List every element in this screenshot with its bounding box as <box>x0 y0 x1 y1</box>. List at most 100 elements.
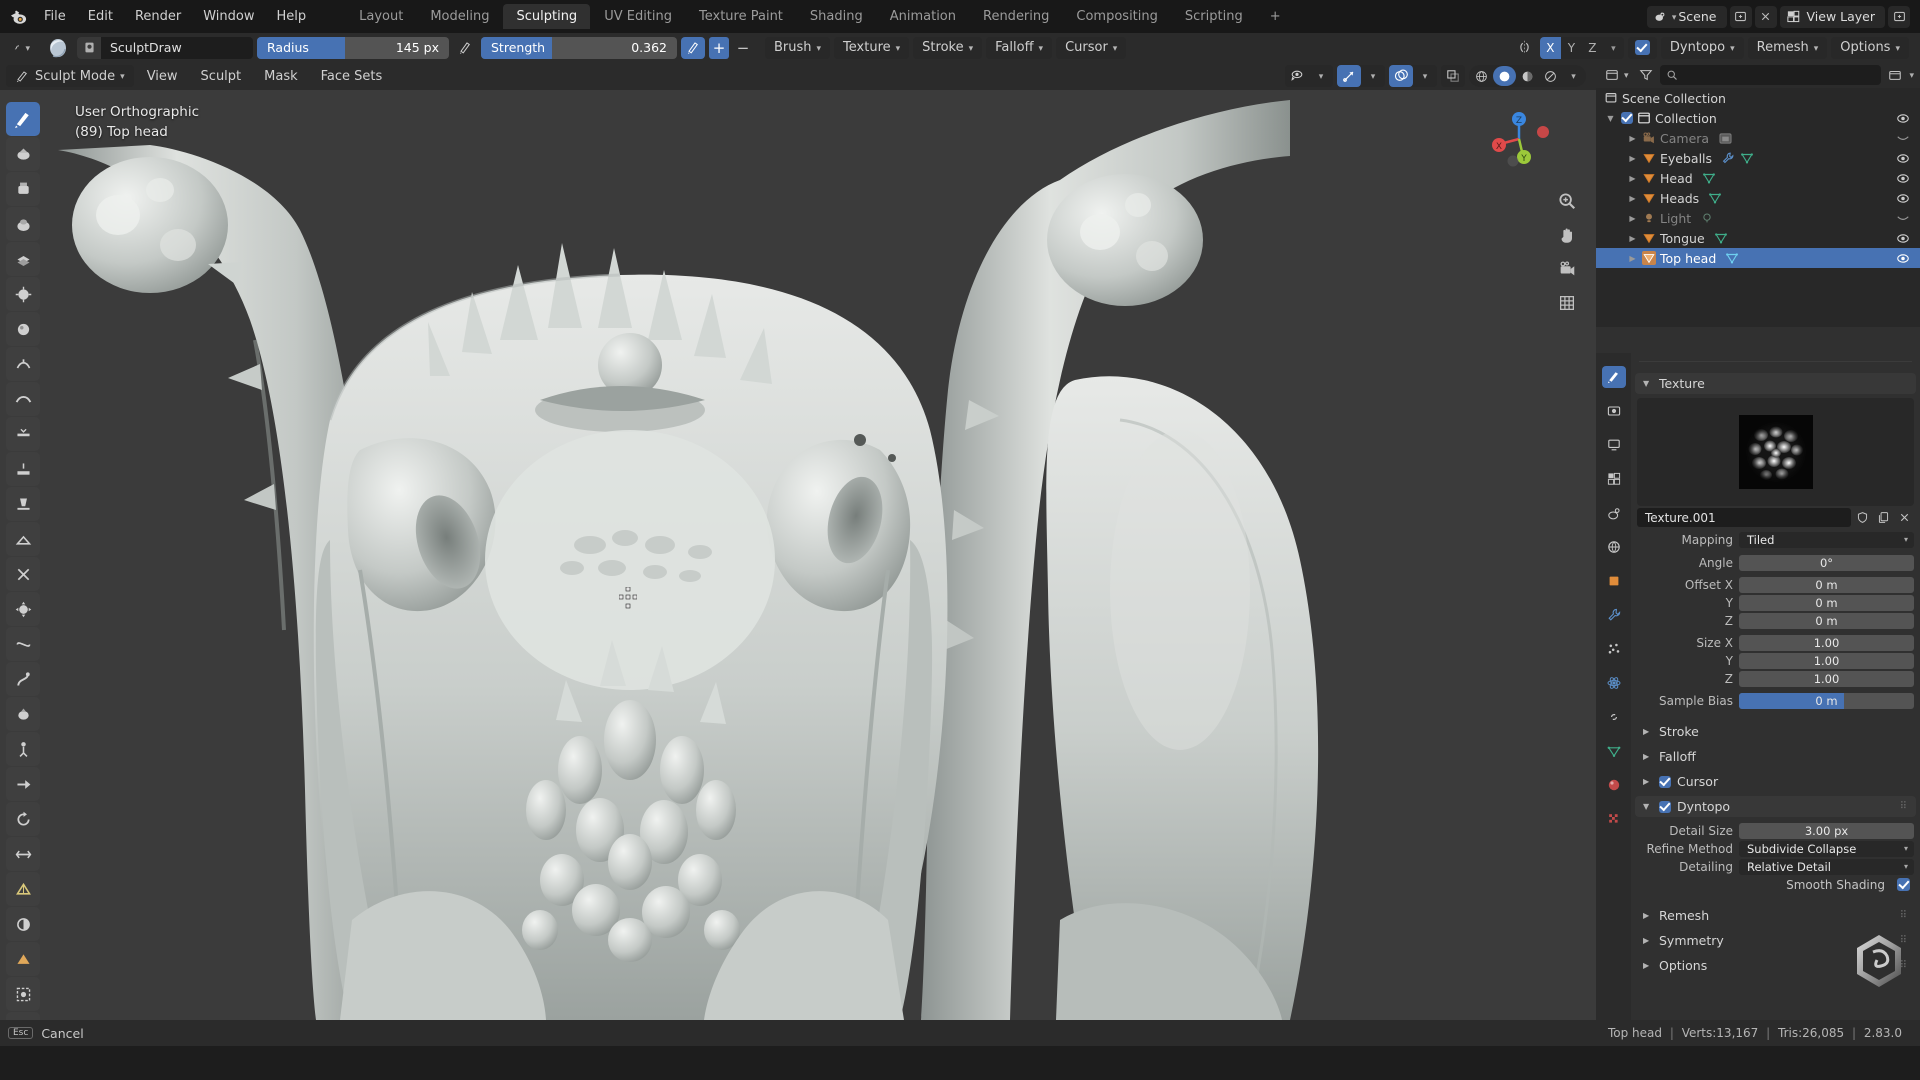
tool-multiplane-scrape[interactable] <box>6 522 40 556</box>
symmetry-axis-z[interactable]: Z <box>1582 37 1603 59</box>
outliner-row-eyeballs[interactable]: ▶ Eyeballs <box>1596 148 1920 168</box>
symmetry-axis-x[interactable]: X <box>1539 36 1561 59</box>
symmetry-axis-y[interactable]: Y <box>1561 37 1582 59</box>
tool-thumb[interactable] <box>6 697 40 731</box>
strength-pressure-toggle[interactable] <box>681 36 705 59</box>
radius-pressure-toggle[interactable] <box>453 37 477 59</box>
tab-shading[interactable]: Shading <box>797 4 876 29</box>
strength-slider[interactable]: Strength 0.362 <box>481 36 677 59</box>
fake-user-shield-icon[interactable] <box>1853 508 1872 527</box>
tool-nudge[interactable] <box>6 767 40 801</box>
visibility-eye-icon[interactable] <box>1894 253 1912 264</box>
blender-logo-icon[interactable] <box>6 4 32 30</box>
menu-render[interactable]: Render <box>125 6 191 27</box>
symmetry-axis-group[interactable]: X Y Z ▾ <box>1539 36 1624 59</box>
outliner-row-light[interactable]: ▶ Light <box>1596 208 1920 228</box>
tab-tool-properties[interactable] <box>1601 366 1626 388</box>
tool-snake-hook[interactable] <box>6 662 40 696</box>
tool-crease[interactable] <box>6 347 40 381</box>
shading-mode-group[interactable]: ▾ <box>1469 65 1586 87</box>
disclosure-triangle-icon[interactable]: ▶ <box>1626 194 1639 203</box>
camera-view-icon[interactable] <box>1556 258 1578 280</box>
mesh-data-icon[interactable] <box>1714 231 1728 245</box>
visibility-eye-icon[interactable] <box>1894 153 1912 164</box>
size-z-field[interactable]: 1.00 <box>1739 670 1914 687</box>
disclosure-triangle-icon[interactable]: ▶ <box>1626 134 1639 143</box>
shading-chevron-icon[interactable]: ▾ <box>1562 66 1585 86</box>
dyntopo-toggle[interactable] <box>1627 36 1657 59</box>
symmetry-chevron-icon[interactable]: ▾ <box>1603 37 1624 59</box>
tool-mesh-filter[interactable] <box>6 1012 40 1020</box>
tool-pinch[interactable] <box>6 557 40 591</box>
overlays-chevron-icon[interactable]: ▾ <box>1413 65 1437 87</box>
tab-world-properties[interactable] <box>1602 536 1626 558</box>
mapping-dropdown[interactable]: Tiled ▾ <box>1739 531 1914 548</box>
dyntopo-popover[interactable]: Dyntopo ▾ <box>1660 36 1744 59</box>
tool-settings-icon[interactable]: ▾ <box>5 37 39 59</box>
tab-modeling[interactable]: Modeling <box>417 4 502 29</box>
detailing-dropdown[interactable]: Relative Detail ▾ <box>1739 858 1914 875</box>
unlink-x-icon[interactable] <box>1895 508 1914 527</box>
refine-method-dropdown[interactable]: Subdivide Collapse ▾ <box>1739 840 1914 857</box>
offset-y-field[interactable]: 0 m <box>1739 594 1914 611</box>
new-scene-button[interactable] <box>1729 5 1752 28</box>
tab-scene-properties[interactable] <box>1602 502 1626 524</box>
tab-layout[interactable]: Layout <box>346 4 416 29</box>
rendered-shading-icon[interactable] <box>1539 66 1562 86</box>
options-popover[interactable]: Options ▾ <box>1831 36 1909 59</box>
view-layer-selector[interactable]: View Layer <box>1779 5 1885 28</box>
tab-particle-properties[interactable] <box>1602 638 1626 660</box>
tool-clay-strips[interactable] <box>6 172 40 206</box>
new-texture-copy-icon[interactable] <box>1874 508 1893 527</box>
tab-material-properties[interactable] <box>1602 774 1626 796</box>
visibility-eye-icon[interactable] <box>1894 233 1912 244</box>
overlays-icon[interactable] <box>1389 65 1413 87</box>
tool-scrape[interactable] <box>6 487 40 521</box>
tool-fill[interactable] <box>6 452 40 486</box>
tab-animation[interactable]: Animation <box>877 4 969 29</box>
tool-clay-thumb[interactable] <box>6 207 40 241</box>
outliner-row-top-head[interactable]: ▶ Top head <box>1596 248 1920 268</box>
navigation-gizmo[interactable]: Z X Y <box>1488 108 1550 170</box>
disclosure-triangle-icon[interactable]: ▶ <box>1626 234 1639 243</box>
outliner-row-collection[interactable]: ▼ Collection <box>1596 108 1920 128</box>
viewport-menu-sculpt[interactable]: Sculpt <box>191 66 252 87</box>
tool-draw-brush[interactable] <box>6 102 40 136</box>
tab-texture-paint[interactable]: Texture Paint <box>686 4 796 29</box>
tool-draw-face-sets[interactable] <box>6 942 40 976</box>
texture-preview[interactable] <box>1637 398 1914 506</box>
visibility-eye-closed-icon[interactable] <box>1894 214 1912 223</box>
disclosure-triangle-icon[interactable]: ▶ <box>1626 174 1639 183</box>
falloff-popover[interactable]: Falloff ▾ <box>986 36 1053 59</box>
mesh-data-icon-active[interactable] <box>1725 251 1739 265</box>
tab-scripting[interactable]: Scripting <box>1172 4 1256 29</box>
panel-header-cursor[interactable]: ▶ Cursor <box>1635 771 1916 792</box>
new-collection-icon[interactable] <box>1885 68 1905 82</box>
menu-window[interactable]: Window <box>193 6 264 27</box>
panel-header-stroke[interactable]: ▶ Stroke <box>1635 721 1916 742</box>
visibility-eye-icon[interactable] <box>1894 173 1912 184</box>
tab-modifier-properties[interactable] <box>1602 604 1626 626</box>
brush-subtract-button[interactable]: − <box>733 37 753 59</box>
offset-z-field[interactable]: 0 m <box>1739 612 1914 629</box>
detail-size-field[interactable]: 3.00 px <box>1739 822 1914 839</box>
outliner-row-camera[interactable]: ▶ Camera <box>1596 128 1920 148</box>
tab-add-workspace[interactable]: + <box>1257 4 1294 29</box>
camera-data-icon[interactable] <box>1718 132 1733 145</box>
viewport-menu-mask[interactable]: Mask <box>254 66 307 87</box>
dyntopo-panel-checkbox[interactable] <box>1659 800 1671 813</box>
pan-hand-icon[interactable] <box>1556 224 1578 246</box>
size-x-field[interactable]: 1.00 <box>1739 634 1914 651</box>
outliner-search-input[interactable] <box>1659 65 1882 85</box>
tab-physics-properties[interactable] <box>1602 672 1626 694</box>
tool-flatten[interactable] <box>6 417 40 451</box>
tab-uv-editing[interactable]: UV Editing <box>591 4 685 29</box>
panel-header-dyntopo[interactable]: ▼ Dyntopo ⠿ <box>1635 796 1916 817</box>
tab-object-properties[interactable] <box>1602 570 1626 592</box>
outliner-display-mode-icon[interactable]: ▾ <box>1602 64 1632 86</box>
tool-blob[interactable] <box>6 312 40 346</box>
tool-elastic-deform[interactable] <box>6 627 40 661</box>
viewport-menu-face-sets[interactable]: Face Sets <box>311 66 393 87</box>
panel-header-falloff[interactable]: ▶ Falloff <box>1635 746 1916 767</box>
cursor-popover[interactable]: Cursor ▾ <box>1056 36 1127 59</box>
